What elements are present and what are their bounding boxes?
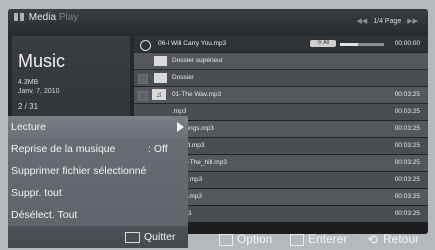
section-title: Music xyxy=(18,51,66,71)
return-label[interactable]: Retour xyxy=(383,229,419,250)
enter-icon xyxy=(290,234,304,246)
music-note-icon: ♫ xyxy=(152,89,166,100)
list-item-name: 01-The Wav.mp3 xyxy=(172,91,222,98)
folder-icon xyxy=(154,73,167,83)
app-name-dim: Play xyxy=(58,12,79,23)
play-status-icon xyxy=(140,40,151,51)
list-item-duration: 00:03:25 xyxy=(394,193,420,200)
play-time: 00:00:00 xyxy=(394,40,420,47)
now-playing-file: 06-I Will Carry You.mp3 xyxy=(158,40,227,47)
tools-menu: Lecture Reprise de la musique : Off Supp… xyxy=(8,116,188,248)
checkbox[interactable] xyxy=(138,74,148,84)
prev-page-icon[interactable]: ◀◀ xyxy=(357,18,368,25)
now-playing-row: 06-I Will Carry You.mp3 Ⓓ All 00:00:00 xyxy=(134,36,428,52)
repeat-badge: Ⓓ All xyxy=(310,40,336,47)
list-item-name: Dossier supérieur xyxy=(172,57,223,64)
list-item-duration: 00:03:25 xyxy=(394,108,420,115)
menu-item-repeat[interactable]: Reprise de la musique : Off xyxy=(8,138,188,160)
checkbox[interactable] xyxy=(138,91,148,101)
menu-item-label: Supprimer fichier sélectionné xyxy=(11,165,147,177)
file-meta: 4.3MB Janv. 7, 2010 xyxy=(18,78,60,96)
page-indicator: ◀◀ 1/4 Page ▶▶ xyxy=(353,17,423,25)
header-bar: Media Play ◀◀ 1/4 Page ▶▶ xyxy=(8,9,428,34)
menu-item-delete-all[interactable]: Suppr. tout xyxy=(8,182,188,204)
menu-item-value: : Off xyxy=(148,143,168,155)
menu-item-label: Lecture xyxy=(11,121,47,133)
app-name: Media xyxy=(28,12,57,23)
file-size: 4.3MB xyxy=(18,79,39,86)
menu-item-label: Suppr. tout xyxy=(11,187,62,199)
media-grid-icon xyxy=(14,13,24,22)
menu-item-delete-selected[interactable]: Supprimer fichier sélectionné xyxy=(8,160,188,182)
return-icon: ⟲ xyxy=(367,232,378,247)
option-icon xyxy=(219,234,233,246)
menu-item-label: Reprise de la musique xyxy=(11,143,116,155)
list-item-duration: 00:03:25 xyxy=(394,210,420,217)
file-date: Janv. 7, 2010 xyxy=(18,88,60,95)
list-item-duration: 00:03:25 xyxy=(394,91,420,98)
folder-icon xyxy=(154,56,167,66)
menu-item-deselect-all[interactable]: Désélect. Tout xyxy=(8,204,188,226)
quit-label: Quitter xyxy=(144,231,176,243)
list-item-duration: 00:03:25 xyxy=(394,176,420,183)
list-item-duration: 00:03:25 xyxy=(394,159,420,166)
menu-item-label: Désélect. Tout xyxy=(11,209,78,221)
progress-bar xyxy=(340,43,384,46)
enter-label[interactable]: Enterer xyxy=(308,229,347,250)
submenu-arrow-icon xyxy=(177,122,184,132)
exit-key-icon xyxy=(125,232,140,243)
page-number: 1/4 Page xyxy=(373,18,402,25)
list-item[interactable]: Dossier xyxy=(134,70,428,86)
list-item-duration: 00:03:25 xyxy=(394,125,420,132)
list-item-name: Dossier xyxy=(172,74,195,81)
item-count: 2 / 31 xyxy=(18,102,39,111)
list-item-duration: 00:03:25 xyxy=(394,142,420,149)
app-logo: Media Play xyxy=(14,12,78,23)
menu-item-lecture[interactable]: Lecture xyxy=(8,116,188,138)
list-item[interactable]: ♫ 01-The Wav.mp3 00:03:25 xyxy=(134,87,428,103)
next-page-icon[interactable]: ▶▶ xyxy=(407,18,418,25)
progress-fill xyxy=(340,43,358,46)
menu-footer[interactable]: Quitter xyxy=(8,226,188,248)
option-label[interactable]: Option xyxy=(237,229,272,250)
list-item[interactable]: Dossier supérieur xyxy=(134,53,428,69)
bottom-help-bar: Option Enterer ⟲ Retour xyxy=(188,229,435,250)
